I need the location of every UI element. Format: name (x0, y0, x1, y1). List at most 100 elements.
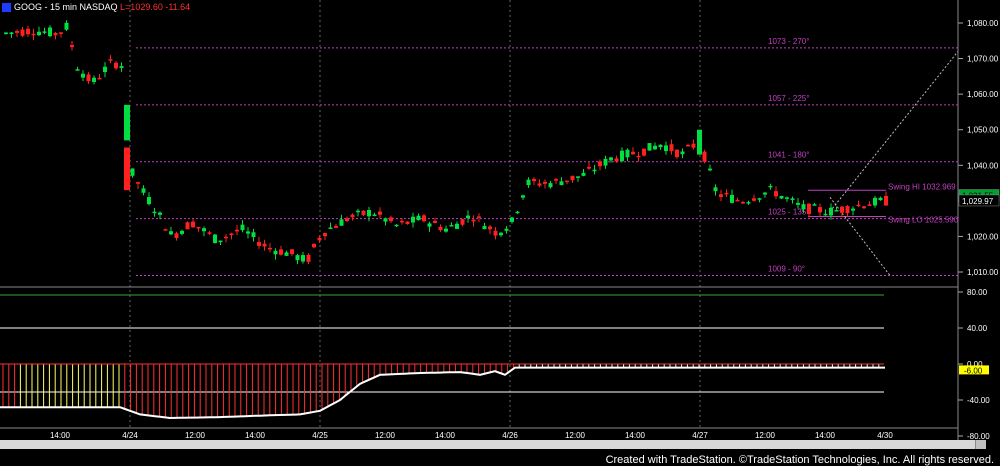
candle-body (515, 211, 520, 214)
candle-body (708, 168, 712, 171)
time-label: 4/25 (312, 431, 328, 440)
candle-body (185, 222, 190, 230)
horizontal-scrollbar[interactable] (0, 440, 986, 449)
candle-body (576, 176, 580, 178)
candle-body (768, 185, 773, 188)
level-label: 1009 - 90° (768, 265, 805, 274)
candle-body (163, 229, 168, 231)
candle-body (812, 204, 817, 206)
candle-body (823, 213, 828, 216)
candle-body (229, 233, 234, 235)
candle-body (829, 207, 833, 216)
candle-body (273, 250, 278, 255)
candle-body (587, 166, 591, 169)
candle-body (790, 198, 795, 201)
candle-body (664, 145, 668, 152)
candle-body (526, 179, 531, 186)
time-label: 14:00 (435, 431, 456, 440)
candle-body (796, 202, 800, 205)
candle-body (422, 215, 426, 222)
candle-body (20, 29, 25, 36)
candle-body (719, 194, 723, 198)
candle-body (543, 181, 547, 184)
candle-body (801, 204, 806, 210)
osc-line (0, 366, 885, 420)
time-label: 12:00 (565, 431, 586, 440)
candle-body (301, 255, 305, 262)
candle-body (246, 231, 250, 234)
candle-body (367, 209, 371, 217)
candle-body (834, 210, 839, 212)
candle-body (559, 181, 564, 186)
candle-body (504, 228, 509, 231)
candle-body (4, 32, 8, 35)
candle-body (42, 31, 47, 33)
candle-body (532, 178, 536, 182)
candle-body (235, 229, 239, 232)
candle-body (394, 224, 399, 227)
candle-body (31, 33, 36, 36)
candle-body (862, 206, 866, 209)
swing-lo-label: Swing LO 1025.590 (888, 216, 959, 225)
candle-body (471, 219, 476, 222)
candle-body (416, 215, 421, 221)
candle-body (53, 32, 58, 36)
candle-body (636, 155, 641, 158)
candle-body (686, 144, 690, 147)
time-label: 4/24 (122, 431, 138, 440)
candle-body (724, 192, 729, 195)
osc-value-label: -6.00 (964, 366, 983, 375)
candle-body (741, 201, 745, 204)
candle-body (449, 225, 454, 227)
time-label: 14:00 (245, 431, 266, 440)
price-tick-label: 1,020.00 (967, 232, 999, 241)
candle-body (493, 230, 498, 236)
price-tick-label: 1,070.00 (967, 55, 999, 64)
candle-body (433, 220, 437, 223)
candle-body (328, 227, 333, 229)
candle-body (598, 161, 602, 167)
candle-body (455, 223, 459, 229)
scroll-right-button[interactable] (975, 440, 986, 449)
candle-body (174, 233, 179, 239)
candle-body (202, 228, 206, 232)
osc-tick-label: -80.00 (967, 432, 990, 440)
candle-body (207, 232, 212, 234)
candle-body (147, 197, 151, 205)
candle-body (510, 217, 514, 222)
candle-body (312, 243, 316, 248)
candle-body (97, 77, 102, 80)
time-label: 12:00 (185, 431, 206, 440)
candle-body (158, 212, 162, 215)
candle-body (653, 145, 657, 150)
candle-body (15, 30, 19, 33)
candle-body (570, 175, 575, 181)
candle-body (169, 231, 173, 235)
candle-body (845, 206, 850, 214)
candle-body (757, 198, 762, 200)
candle-body (64, 22, 69, 30)
candle-body (130, 168, 135, 176)
candle-body (290, 249, 294, 255)
candle-body (807, 203, 811, 215)
candle-body (317, 237, 322, 241)
candle-body (763, 192, 767, 195)
last-price-label: 1,029.97 (962, 197, 994, 206)
candle-body (345, 218, 349, 222)
price-chart[interactable]: 1,080.00 1,070.00 1,060.00 1,050.00 1,040.00… (0, 0, 1000, 440)
candle-body (48, 27, 52, 37)
candle-body (548, 183, 553, 188)
candle-body (565, 180, 569, 183)
candle-body (350, 214, 355, 218)
candle-body (152, 211, 157, 214)
candle-body (124, 104, 130, 141)
candle-body (477, 216, 481, 218)
candle-body (438, 226, 443, 231)
candle-body (411, 216, 415, 223)
chart-stage: GOOG - 15 min NASDAQ L=1029.60 -11.64 1,… (0, 0, 1000, 466)
candle-body (400, 220, 404, 223)
time-label: 12:00 (375, 431, 396, 440)
osc-tick-label: 40.00 (967, 324, 988, 333)
candle-body (609, 157, 613, 161)
candle-body (691, 143, 696, 148)
